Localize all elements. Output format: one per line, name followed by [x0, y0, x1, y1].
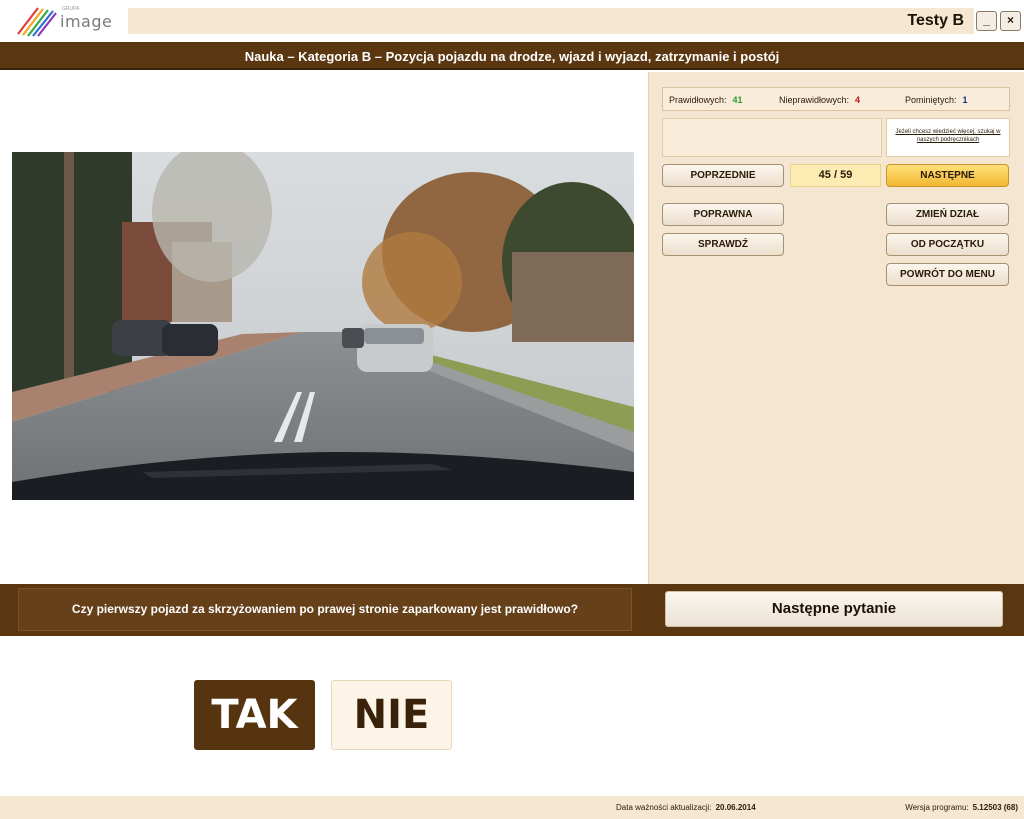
change-section-button[interactable]: ZMIEŃ DZIAŁ — [886, 203, 1009, 226]
next-question-button[interactable]: Następne pytanie — [665, 591, 1003, 627]
footer-date-label: Data ważności aktualizacji: — [616, 803, 712, 812]
check-button[interactable]: SPRAWDŹ — [662, 233, 784, 256]
stat-correct: Prawidłowych: 41 — [669, 95, 743, 105]
stat-skipped-value: 1 — [962, 95, 968, 105]
stat-skipped-label: Pominiętych: — [905, 95, 957, 105]
footer-version-value: 5.12503 (68) — [972, 803, 1018, 812]
previous-button[interactable]: POPRZEDNIE — [662, 164, 784, 187]
footer-version-label: Wersja programu: — [905, 803, 969, 812]
stat-skipped: Pominiętych: 1 — [905, 95, 968, 105]
info-box — [662, 118, 882, 157]
correct-answer-button[interactable]: POPRAWNA — [662, 203, 784, 226]
question-text: Czy pierwszy pojazd za skrzyżowaniem po … — [71, 602, 579, 616]
from-start-button[interactable]: OD POCZĄTKU — [886, 233, 1009, 256]
stat-correct-label: Prawidłowych: — [669, 95, 727, 105]
footer-update-date: Data ważności aktualizacji: 20.06.2014 — [616, 803, 756, 812]
app-logo: GRUPA image — [14, 4, 124, 38]
stat-wrong-label: Nieprawidłowych: — [779, 95, 850, 105]
page-title: Nauka – Kategoria B – Pozycja pojazdu na… — [244, 49, 780, 64]
stat-wrong: Nieprawidłowych: 4 — [779, 95, 860, 105]
top-bar: GRUPA image Testy B _ × — [0, 0, 1024, 42]
app-window: GRUPA image Testy B _ × Nauka – Kategori… — [0, 0, 1024, 819]
title-strip — [128, 8, 974, 34]
app-title: Testy B — [907, 12, 964, 29]
minimize-button[interactable]: _ — [976, 11, 997, 31]
logo-text: image — [60, 12, 113, 31]
next-button[interactable]: NASTĘPNE — [886, 164, 1009, 187]
close-icon: × — [1006, 13, 1014, 27]
logo-stripes-icon — [17, 7, 57, 37]
footer: Data ważności aktualizacji: 20.06.2014 We… — [0, 796, 1024, 819]
help-link[interactable]: Jeżeli chcesz wiedzieć więcej, szukaj w … — [886, 118, 1010, 157]
question-image — [12, 152, 634, 500]
footer-date-value: 20.06.2014 — [715, 803, 756, 812]
stat-wrong-value: 4 — [855, 95, 861, 105]
answer-yes-button[interactable]: TAK — [194, 680, 315, 750]
question-counter: 45 / 59 — [790, 164, 881, 187]
footer-version: Wersja programu: 5.12503 (68) — [905, 803, 1018, 812]
close-button[interactable]: × — [1000, 11, 1021, 31]
minimize-icon: _ — [983, 13, 990, 27]
stats-box: Prawidłowych: 41 Nieprawidłowych: 4 Pomini… — [662, 87, 1010, 111]
stat-correct-value: 41 — [732, 95, 743, 105]
answer-no-button[interactable]: NIE — [331, 680, 452, 750]
back-to-menu-button[interactable]: POWRÓT DO MENU — [886, 263, 1009, 286]
road-scene-image — [12, 152, 634, 500]
